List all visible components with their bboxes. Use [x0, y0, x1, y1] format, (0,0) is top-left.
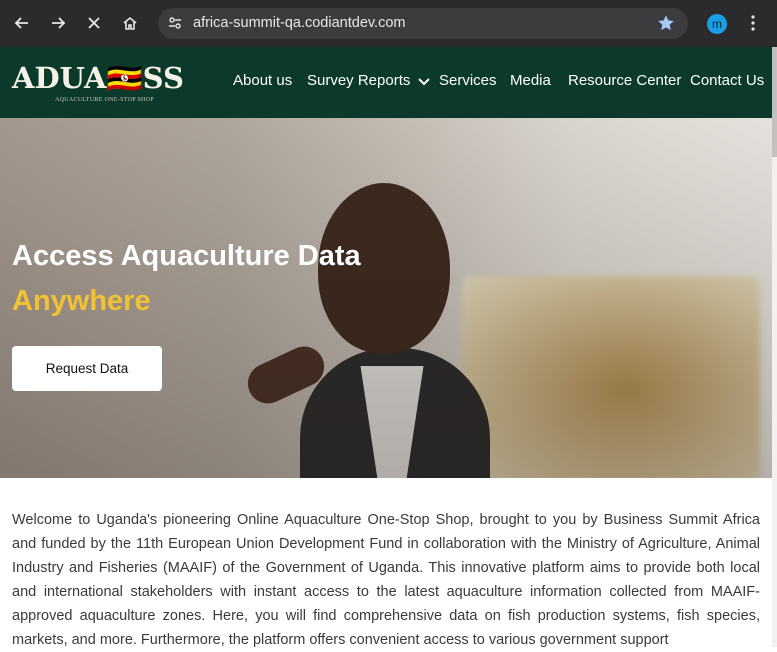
chevron-down-icon	[417, 78, 430, 86]
kebab-menu-icon[interactable]	[741, 11, 765, 35]
close-icon[interactable]	[82, 11, 106, 35]
logo-wordmark: ADUA🇺🇬SS	[12, 61, 184, 95]
nav-media[interactable]: Media	[510, 72, 551, 89]
avatar[interactable]: m	[707, 14, 727, 34]
star-icon[interactable]	[657, 14, 675, 37]
nav-survey-reports-label: Survey Reports	[307, 72, 411, 89]
logo[interactable]: ADUA🇺🇬SS AQUACULTURE ONE-STOP SHOP	[12, 61, 184, 107]
nav-contact-us[interactable]: Contact Us	[690, 72, 764, 89]
scrollbar-thumb[interactable]	[772, 47, 777, 157]
hero-subtitle: Anywhere	[12, 285, 151, 317]
hero-title: Access Aquaculture Data	[12, 240, 361, 272]
back-arrow-icon[interactable]	[10, 11, 34, 35]
forward-arrow-icon[interactable]	[46, 11, 70, 35]
nav-services[interactable]: Services	[439, 72, 497, 89]
site-header: ADUA🇺🇬SS AQUACULTURE ONE-STOP SHOP About…	[0, 47, 772, 118]
url-text[interactable]: africa-summit-qa.codiantdev.com	[193, 15, 405, 31]
tune-icon[interactable]	[168, 16, 182, 35]
logo-tagline: AQUACULTURE ONE-STOP SHOP	[55, 97, 154, 103]
intro-paragraph: Welcome to Uganda's pioneering Online Aq…	[12, 512, 760, 648]
request-data-button[interactable]: Request Data	[12, 346, 162, 391]
browser-toolbar: africa-summit-qa.codiantdev.com m	[0, 0, 777, 47]
hero-banner: Access Aquaculture Data Anywhere Request…	[0, 118, 772, 478]
home-icon[interactable]	[118, 11, 142, 35]
nav-survey-reports[interactable]: Survey Reports	[307, 72, 430, 89]
address-bar[interactable]: africa-summit-qa.codiantdev.com	[158, 8, 688, 39]
nav-resource-center[interactable]: Resource Center	[568, 72, 681, 89]
nav-about-us[interactable]: About us	[233, 72, 292, 89]
